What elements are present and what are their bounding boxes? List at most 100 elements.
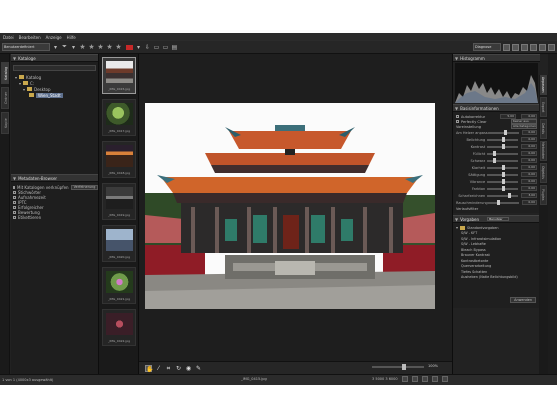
hand-tool-icon[interactable]: ✋ — [145, 364, 153, 373]
folder-icon[interactable]: ▭ — [162, 43, 169, 51]
thumbnail[interactable]: _IMG_0420.jpg — [102, 225, 136, 262]
slider-knob[interactable] — [501, 171, 505, 177]
tab-export[interactable]: Export — [540, 97, 547, 117]
layout-icon[interactable] — [548, 43, 555, 51]
tab-copy[interactable]: Kopie — [1, 112, 9, 134]
layout-icon[interactable] — [530, 43, 537, 51]
thumbnail[interactable]: _IMG_0415.jpg — [102, 57, 136, 94]
zoom-slider-knob[interactable] — [402, 364, 406, 370]
checkbox[interactable] — [13, 211, 16, 214]
catalog-search-input[interactable] — [13, 65, 96, 71]
view-mode-icon[interactable] — [421, 376, 428, 382]
collapse-icon[interactable]: ▼ — [455, 106, 458, 111]
thumbnail[interactable]: _IMG_0417.jpg — [102, 99, 136, 136]
checkbox[interactable] — [13, 216, 16, 219]
slider-value[interactable]: 0,00 — [521, 158, 537, 163]
slider-knob[interactable] — [493, 157, 496, 163]
layout-icon[interactable] — [503, 43, 510, 51]
slider-track[interactable] — [487, 143, 519, 149]
slider-track[interactable] — [488, 199, 519, 205]
tab-catalog[interactable]: Katalog — [1, 62, 9, 84]
slider-track[interactable] — [487, 171, 519, 177]
expand-icon[interactable]: ▾ — [19, 81, 21, 86]
view-mode-icon[interactable] — [411, 376, 418, 382]
layout-icon[interactable] — [539, 43, 546, 51]
catalog-header[interactable]: ▼ Kataloge — [11, 54, 98, 62]
slider-value[interactable]: 0,00 — [521, 200, 537, 205]
tab-plugins[interactable]: Plugins — [540, 185, 547, 205]
import-icon[interactable]: ⇩ — [144, 43, 151, 51]
checkbox[interactable] — [13, 201, 16, 204]
funnel-icon[interactable]: ⏷ — [61, 43, 68, 51]
checkbox[interactable] — [456, 120, 459, 123]
preset-item[interactable]: Ausheben (Natie Belichtungsbild) — [456, 275, 537, 281]
collapse-icon[interactable]: ▼ — [13, 176, 16, 181]
basic-header[interactable]: ▼ Basisinformationen — [453, 104, 540, 112]
brush-tool-icon[interactable]: ⁄ — [155, 365, 162, 372]
menu-edit[interactable]: Bearbeiten — [19, 35, 41, 40]
expand-icon[interactable]: ▾ — [15, 75, 17, 80]
metadata-item[interactable]: Etikettieren — [13, 215, 96, 220]
slider-knob[interactable] — [503, 129, 507, 135]
tree-item-selected[interactable]: Wien_Stadt — [13, 92, 96, 98]
view-mode-icon[interactable] — [431, 376, 438, 382]
slider-knob[interactable] — [507, 192, 511, 198]
slider-value[interactable]: 3,00 — [521, 193, 537, 198]
layout-icon[interactable] — [512, 43, 519, 51]
slider-value[interactable]: 0,00 — [521, 179, 537, 184]
chevron-down-icon[interactable]: ▾ — [135, 43, 142, 51]
slider-knob[interactable] — [501, 164, 505, 170]
checkbox[interactable] — [13, 206, 16, 209]
redeye-tool-icon[interactable]: ◉ — [185, 365, 192, 372]
perfect-clear-select[interactable]: Keiner aus — [511, 119, 537, 124]
metadata-header[interactable]: ▼ Metadaten-Browser — [11, 174, 98, 182]
gradient-filter-row[interactable]: Verlaufsfilter — [456, 206, 537, 211]
collapse-icon[interactable]: ▼ — [455, 217, 458, 222]
expand-icon[interactable]: ▾ — [456, 225, 458, 230]
slider-value[interactable]: 0,00 — [521, 172, 537, 177]
slider-track[interactable] — [487, 192, 519, 198]
menu-file[interactable]: Datei — [3, 35, 14, 40]
slider-track[interactable] — [487, 164, 519, 170]
thumbnail[interactable]: _IMG_0419.jpg — [102, 183, 136, 220]
slider-value[interactable]: 0,00 — [521, 151, 537, 156]
filter-dropdown-icon[interactable]: ▾ — [70, 43, 77, 51]
checkbox[interactable] — [13, 191, 16, 194]
slider-track[interactable] — [487, 150, 519, 156]
zoom-slider[interactable] — [372, 364, 424, 370]
presets-header[interactable]: ▼ Vorgaben Benutzer — [453, 215, 540, 223]
print-icon[interactable]: ▤ — [171, 43, 178, 51]
slider-track[interactable] — [487, 157, 519, 163]
workspace-layout-select[interactable]: Diagnose — [473, 43, 501, 51]
slider-value[interactable]: 0,00 — [521, 137, 537, 142]
filter-icon[interactable]: ▾ — [52, 43, 59, 51]
checkbox[interactable] — [13, 186, 15, 189]
rating-star-icon[interactable]: ★ — [88, 43, 95, 51]
slider-value[interactable]: 0,00 — [521, 186, 537, 191]
slider-knob[interactable] — [493, 150, 496, 156]
slider-knob[interactable] — [501, 143, 505, 149]
rotate-tool-icon[interactable]: ↻ — [175, 365, 182, 372]
slider-value[interactable]: 0,00 — [521, 144, 537, 149]
menu-view[interactable]: Anzeige — [46, 35, 62, 40]
workspace-select[interactable]: Benutzerdefiniert — [2, 43, 50, 51]
thumbnail[interactable]: _IMG_0418.jpg — [102, 141, 136, 178]
collapse-icon[interactable]: ▼ — [13, 56, 16, 61]
preset-select[interactable]: Alle Kategorien — [511, 124, 537, 129]
menu-help[interactable]: Hilfe — [67, 35, 76, 40]
auto-value-2[interactable]: 0,00 — [521, 114, 537, 119]
slider-track[interactable] — [488, 129, 519, 135]
histogram-header[interactable]: ▼ Histogramm — [453, 54, 540, 62]
checkbox[interactable] — [13, 196, 16, 199]
apply-preset-button[interactable]: Anwenden — [510, 297, 536, 303]
slider-value[interactable]: 0,00 — [521, 165, 537, 170]
color-label-icon[interactable] — [126, 44, 133, 50]
rating-star-icon[interactable]: ★ — [79, 43, 86, 51]
slider-value[interactable]: 0,00 — [521, 130, 537, 135]
slider-knob[interactable] — [501, 185, 505, 191]
collapse-icon[interactable]: ▼ — [455, 56, 458, 61]
rating-star-icon[interactable]: ★ — [97, 43, 104, 51]
main-photo[interactable] — [145, 103, 435, 309]
view-mode-icon[interactable] — [441, 376, 448, 382]
slider-knob[interactable] — [501, 178, 505, 184]
